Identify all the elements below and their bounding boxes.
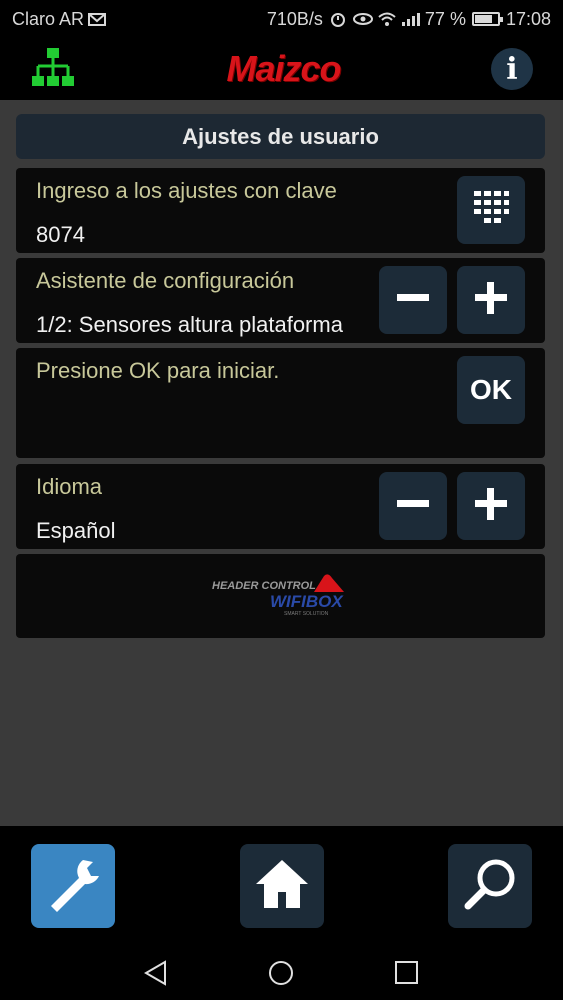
brand-panel: HEADER CONTROL WIFIBOX SMART SOLUTION [16,554,545,638]
wizard-label: Asistente de configuración [36,268,295,293]
signal-icon [401,11,420,27]
bird-icon [312,572,346,599]
wifibox-line1: HEADER CONTROL [212,580,316,592]
keypad-icon [471,188,511,233]
wifibox-logo: HEADER CONTROL WIFIBOX SMART SOLUTION [212,572,352,622]
keypad-button[interactable] [457,176,525,244]
settings-screen: Ajustes de usuario Ingreso a los ajustes… [0,100,563,826]
settings-nav-button[interactable] [31,844,115,928]
home-icon [252,854,312,919]
maizco-logo: Maizco [226,48,341,89]
page-title: Ajustes de usuario [16,114,545,159]
battery-percent: 77 % [424,8,466,29]
minus-icon [395,280,431,321]
password-label: Ingreso a los ajustes con clave [36,178,337,203]
wifibox-line3: SMART SOLUTION [284,611,329,617]
carrier-label: Claro AR [12,8,85,29]
bottom-nav [0,826,563,944]
start-label: Presione OK para iniciar. [36,358,280,383]
recents-icon[interactable] [394,960,420,991]
search-icon [460,854,520,919]
network-speed: 710B/s [266,8,323,29]
system-nav-bar [0,944,563,1000]
home-nav-button[interactable] [240,844,324,928]
battery-icon [471,12,503,26]
start-panel: Presione OK para iniciar. OK [16,348,545,458]
mail-icon [88,11,107,27]
ok-button[interactable]: OK [457,356,525,424]
wizard-plus-button[interactable] [457,266,525,334]
language-label: Idioma [36,474,103,499]
status-bar: Claro AR 710B/s 77 % 17:08 [0,0,563,38]
language-plus-button[interactable] [457,472,525,540]
alarm-icon [329,11,347,27]
eye-icon [352,11,373,27]
wifi-icon [377,11,396,27]
wizard-value: 1/2: Sensores altura plataforma [36,312,343,337]
app-header: Maizco i [0,38,563,100]
clock: 17:08 [505,8,551,29]
wizard-minus-button[interactable] [379,266,447,334]
ok-label: OK [470,374,512,405]
plus-icon [473,486,509,527]
language-panel: Idioma Español [16,464,545,549]
minus-icon [395,486,431,527]
password-value: 8074 [36,222,85,247]
network-tree-icon[interactable] [30,46,76,92]
plus-icon [473,280,509,321]
back-icon[interactable] [143,960,169,991]
home-circle-icon[interactable] [268,960,294,991]
wrench-icon [43,854,103,919]
language-minus-button[interactable] [379,472,447,540]
language-value: Español [36,518,116,543]
password-panel: Ingreso a los ajustes con clave 8074 [16,168,545,253]
wizard-panel: Asistente de configuración 1/2: Sensores… [16,258,545,343]
info-button[interactable]: i [491,48,533,90]
search-nav-button[interactable] [448,844,532,928]
